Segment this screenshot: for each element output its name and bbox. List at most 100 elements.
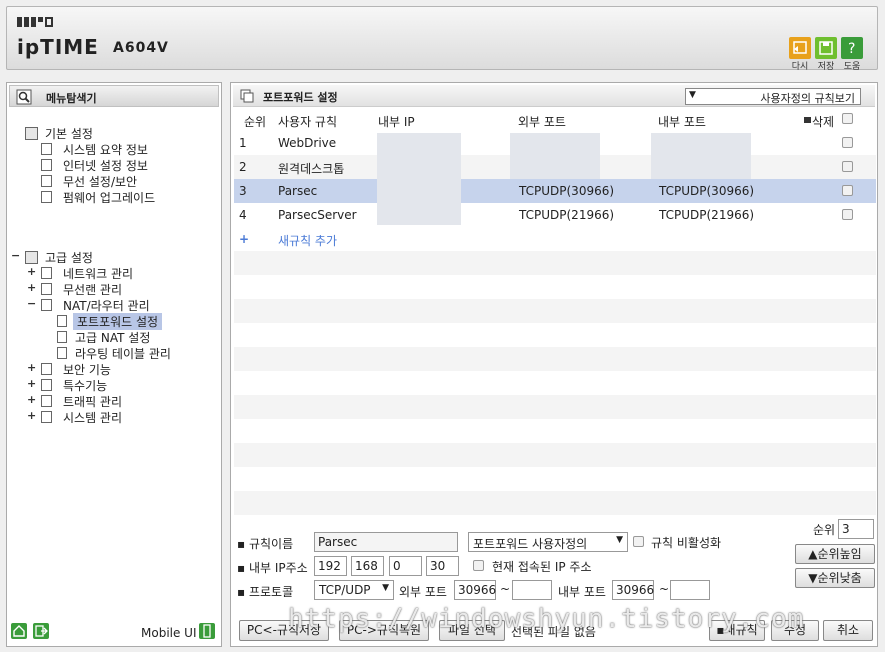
ext-port-to-input[interactable]: [512, 580, 552, 600]
sidebar-item-port-forward[interactable]: 포트포워드 설정: [73, 313, 163, 330]
ext-port-label: 외부 포트: [399, 585, 447, 599]
sidebar-item-system[interactable]: 시스템 관리: [63, 409, 122, 426]
empty-row: [234, 371, 876, 395]
mobile-ui-label[interactable]: Mobile UI: [141, 626, 197, 640]
tilde: ~: [659, 582, 670, 596]
page-icon: [57, 347, 67, 359]
col-rule: 사용자 규칙: [278, 115, 338, 129]
table-row-selected[interactable]: 3 Parsec TCPUDP(30966) TCPUDP(30966): [234, 179, 876, 203]
mobile-ui-button[interactable]: [199, 623, 215, 639]
empty-row: [234, 251, 876, 275]
select-all-checkbox[interactable]: [842, 113, 853, 124]
expand-icon[interactable]: +: [27, 377, 36, 390]
empty-row: [234, 467, 876, 491]
add-rule-link[interactable]: 새규칙 추가: [278, 232, 337, 249]
row-delete-checkbox[interactable]: [842, 209, 853, 220]
page-icon: [57, 315, 67, 327]
sidebar-item-routing-table[interactable]: 라우팅 테이블 관리: [75, 345, 171, 362]
row-delete-checkbox[interactable]: [842, 161, 853, 172]
undo-button[interactable]: [789, 37, 811, 59]
disable-rule-checkbox[interactable]: [633, 536, 644, 547]
rank-down-button[interactable]: ▼순위낮춤: [795, 568, 875, 588]
empty-row: [234, 347, 876, 371]
rule-view-select[interactable]: ▼ 사용자정의 규칙보기: [685, 88, 861, 105]
expand-icon[interactable]: +: [27, 393, 36, 406]
rank-label: 순위: [813, 523, 836, 537]
chart-icon: [41, 143, 52, 155]
row-delete-checkbox[interactable]: [842, 185, 853, 196]
sidebar-item-special[interactable]: 특수기능: [63, 377, 107, 394]
tilde: ~: [500, 582, 511, 596]
sidebar-item-network[interactable]: 네트워크 관리: [63, 265, 133, 282]
add-icon: +: [239, 232, 250, 246]
page-icon: [57, 331, 67, 343]
sidebar-item-internet[interactable]: 인터넷 설정 정보: [63, 157, 148, 174]
ext-port-from-input[interactable]: 30966: [454, 580, 496, 600]
delete-all-icon: [804, 117, 811, 123]
window-icon: [240, 89, 254, 103]
collapse-icon[interactable]: −: [11, 249, 20, 262]
sidebar-item-firmware[interactable]: 펌웨어 업그레이드: [63, 189, 155, 206]
special-icon: [41, 379, 52, 391]
tree-advanced-settings[interactable]: 고급 설정: [45, 249, 93, 266]
expand-icon[interactable]: +: [27, 361, 36, 374]
firmware-icon: [41, 191, 52, 203]
expand-icon[interactable]: +: [27, 265, 36, 278]
ip-octet-4[interactable]: 30: [426, 556, 459, 576]
sidebar-item-system-summary[interactable]: 시스템 요약 정보: [63, 141, 148, 158]
panel-title-bar: 포트포워드 설정 ▼ 사용자정의 규칙보기: [233, 85, 875, 107]
rule-name-input[interactable]: Parsec: [314, 532, 458, 552]
row-rank: 4: [239, 208, 247, 222]
sidebar-item-wireless[interactable]: 무선 설정/보안: [63, 173, 137, 190]
row-rank: 2: [239, 160, 247, 174]
sidebar-item-traffic[interactable]: 트래픽 관리: [63, 393, 122, 410]
cancel-button[interactable]: 취소: [823, 620, 873, 641]
mobile-icon: [203, 624, 211, 638]
sidebar-item-nat[interactable]: NAT/라우터 관리: [63, 297, 150, 314]
save-icon: [819, 41, 833, 55]
int-port-from-input[interactable]: 30966: [612, 580, 654, 600]
current-ip-checkbox[interactable]: [473, 560, 484, 571]
svg-text:?: ?: [848, 41, 855, 57]
watermark: https://windowshyun.tistory.com: [288, 604, 805, 634]
col-internal-port: 내부 포트: [658, 115, 706, 129]
tree-basic-settings[interactable]: 기본 설정: [45, 125, 93, 142]
preset-select[interactable]: 포트포워드 사용자정의 ▼: [468, 532, 628, 552]
redacted-port-area: [510, 133, 600, 179]
wlan-icon: [41, 283, 52, 295]
help-button[interactable]: ?: [841, 37, 863, 59]
empty-row: [234, 275, 876, 299]
home-button[interactable]: [11, 623, 27, 639]
protocol-select[interactable]: TCP/UDP ▼: [314, 580, 394, 600]
ip-octet-3[interactable]: 0: [389, 556, 422, 576]
row-delete-checkbox[interactable]: [842, 137, 853, 148]
row-rank: 1: [239, 136, 247, 150]
redacted-ip-area: [377, 133, 461, 225]
disable-rule-label: 규칙 비활성화: [651, 536, 722, 550]
magnifier-icon: [16, 89, 32, 105]
empty-row: [234, 491, 876, 515]
logout-button[interactable]: [33, 623, 49, 639]
rule-view-value: 사용자정의 규칙보기: [760, 92, 855, 105]
expand-icon[interactable]: +: [27, 281, 36, 294]
row-rank: 3: [239, 184, 247, 198]
brand-logo: ipTIME: [17, 35, 99, 59]
help-label: 도움: [843, 62, 861, 72]
save-button[interactable]: [815, 37, 837, 59]
app-root: ipTIME A604V 다시 저장 ? 도움 메뉴탐색기 기본 설정 시스템 …: [0, 0, 885, 652]
logout-icon: [35, 625, 48, 637]
sidebar-item-wlan[interactable]: 무선랜 관리: [63, 281, 122, 298]
rank-input[interactable]: 3: [838, 519, 874, 539]
int-port-to-input[interactable]: [670, 580, 710, 600]
logo-dots-icon: [17, 17, 61, 27]
expand-icon[interactable]: +: [27, 409, 36, 422]
ip-octet-1[interactable]: 192: [314, 556, 347, 576]
ip-octet-2[interactable]: 168: [351, 556, 384, 576]
sidebar-item-advanced-nat[interactable]: 고급 NAT 설정: [75, 329, 150, 346]
collapse-icon[interactable]: −: [27, 297, 36, 310]
dropdown-arrow-icon: ▼: [616, 535, 623, 545]
table-row[interactable]: 4 ParsecServer TCPUDP(21966) TCPUDP(2196…: [234, 203, 876, 227]
rank-up-button[interactable]: ▲순위높임: [795, 544, 875, 564]
basic-settings-icon: [25, 127, 38, 140]
sidebar-item-security[interactable]: 보안 기능: [63, 361, 111, 378]
